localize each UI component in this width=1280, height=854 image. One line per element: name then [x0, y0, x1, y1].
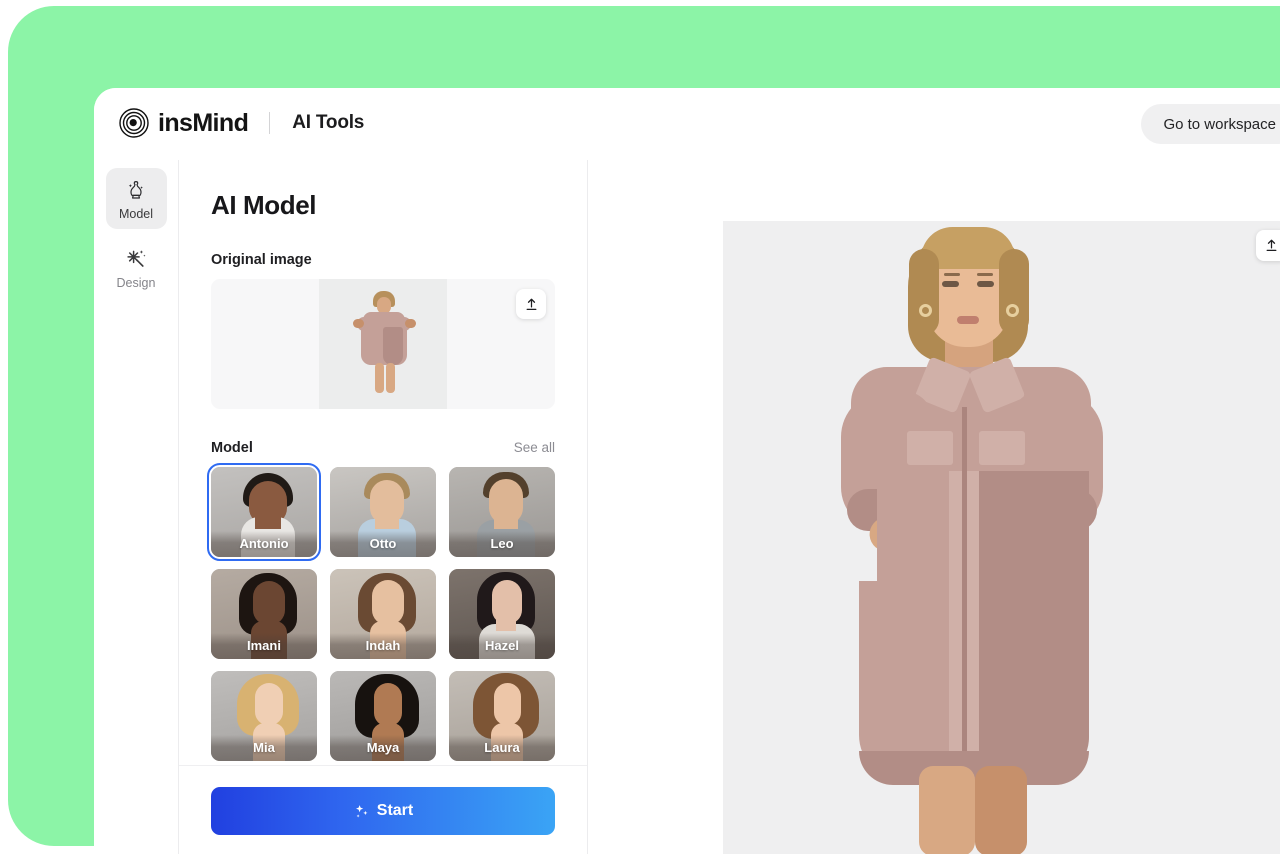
upload-arrow-icon: [526, 298, 536, 310]
model-name: Otto: [330, 531, 436, 557]
model-card[interactable]: Hazel: [449, 569, 555, 659]
start-button-label: Start: [376, 802, 414, 819]
settings-panel: AI Model Original image Model See all An…: [179, 160, 588, 854]
sparkles-icon: [355, 804, 368, 817]
sidebar-item-design-label: Design: [116, 276, 156, 290]
model-name: Antonio: [211, 531, 317, 557]
model-card[interactable]: Imani: [211, 569, 317, 659]
original-image-thumbnail[interactable]: [319, 279, 447, 409]
panel-footer: Start: [179, 765, 587, 854]
model-section-header: Model See all: [211, 440, 555, 456]
upload-preview-button[interactable]: [1256, 230, 1280, 261]
model-card[interactable]: Laura: [449, 671, 555, 761]
brand: insMind AI Tools: [119, 108, 364, 138]
sidebar-item-design[interactable]: Design: [106, 237, 167, 298]
brand-name: insMind: [158, 108, 249, 137]
original-image-label: Original image: [211, 252, 312, 268]
tool-rail: Model Design: [94, 160, 179, 854]
model-card[interactable]: Maya: [330, 671, 436, 761]
magic-sparkle-icon: [127, 250, 146, 267]
model-grid: Antonio Otto Leo Imani Indah Hazel Mia M…: [207, 463, 555, 761]
model-card[interactable]: Antonio: [207, 463, 321, 561]
brand-subtitle: AI Tools: [292, 112, 365, 133]
preview-canvas[interactable]: [723, 221, 1280, 854]
top-bar: insMind AI Tools Go to workspace: [94, 88, 1280, 160]
model-name: Indah: [330, 633, 436, 659]
model-name: Mia: [211, 735, 317, 761]
model-name: Hazel: [449, 633, 555, 659]
upload-arrow-icon: [1266, 239, 1277, 252]
app-window: insMind AI Tools Go to workspace Model D…: [94, 88, 1280, 854]
model-section-label: Model: [211, 440, 253, 456]
model-card[interactable]: Mia: [211, 671, 317, 761]
dress-form-icon: [128, 181, 143, 199]
model-card[interactable]: Indah: [330, 569, 436, 659]
settings-panel-scroll: AI Model Original image Model See all An…: [179, 160, 587, 765]
model-photo-large: [723, 221, 1280, 854]
upload-original-image-button[interactable]: [516, 289, 546, 319]
model-name: Imani: [211, 633, 317, 659]
model-name: Maya: [330, 735, 436, 761]
model-name: Leo: [449, 531, 555, 557]
concentric-circles-logo-icon: [119, 108, 149, 138]
model-name: Laura: [449, 735, 555, 761]
see-all-link[interactable]: See all: [514, 440, 555, 455]
page-title: AI Model: [211, 190, 317, 220]
model-card[interactable]: Leo: [449, 467, 555, 557]
sidebar-item-model[interactable]: Model: [105, 168, 167, 229]
model-card[interactable]: Otto: [330, 467, 436, 557]
brand-divider: [269, 112, 271, 134]
start-button[interactable]: Start: [211, 787, 555, 835]
sidebar-item-model-label: Model: [118, 207, 154, 221]
canvas-area: [588, 160, 1280, 854]
original-image-strip[interactable]: [211, 279, 555, 409]
go-to-workspace-button[interactable]: Go to workspace: [1141, 104, 1280, 144]
